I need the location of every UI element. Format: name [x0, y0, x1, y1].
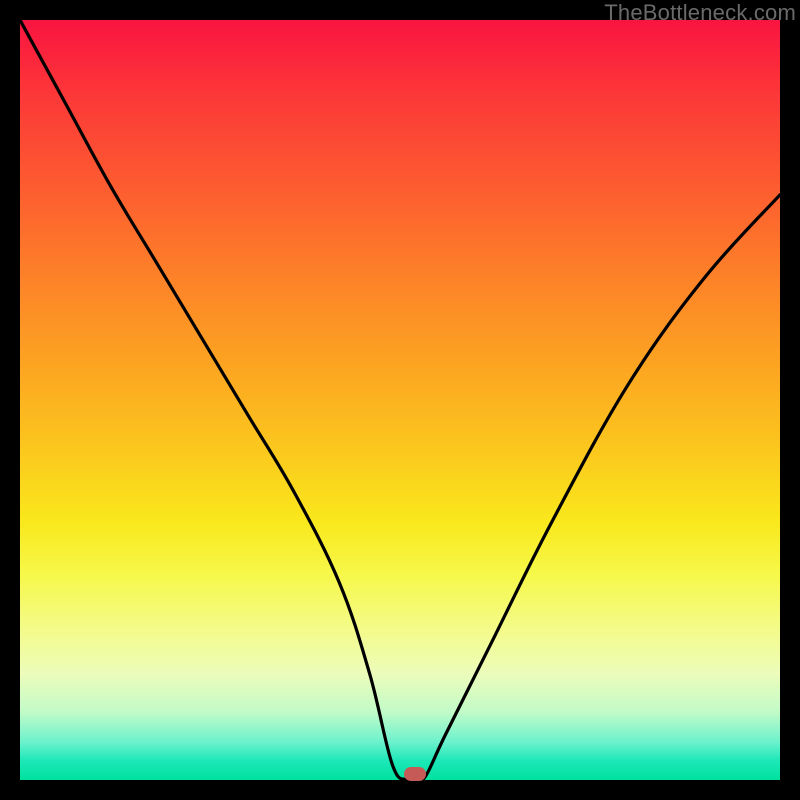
bottleneck-curve: [20, 20, 780, 780]
watermark-text: TheBottleneck.com: [604, 0, 796, 26]
chart-frame: TheBottleneck.com: [0, 0, 800, 800]
plot-area: [20, 20, 780, 780]
optimal-marker: [404, 767, 426, 781]
